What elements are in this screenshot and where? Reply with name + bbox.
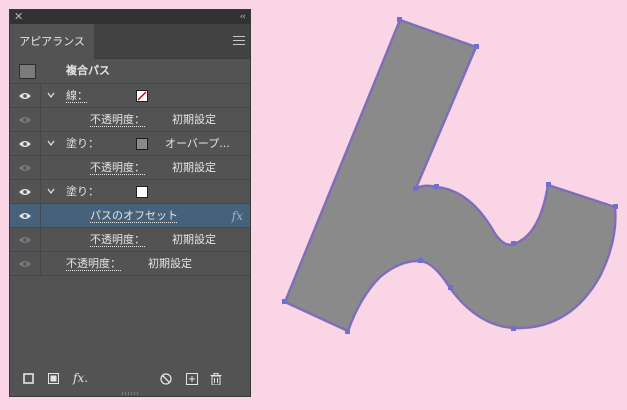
- stroke-opacity-row[interactable]: 不透明度： 初期設定: [10, 108, 250, 132]
- new-fill-icon[interactable]: [48, 373, 59, 384]
- anchor-point[interactable]: [448, 285, 453, 290]
- overprint-value: オーバープ...: [165, 137, 230, 150]
- fill-row-2[interactable]: 塗り：: [10, 180, 250, 204]
- anchor-point[interactable]: [546, 182, 551, 187]
- fill-opacity-row[interactable]: 不透明度： 初期設定: [10, 156, 250, 180]
- visibility-eye-icon[interactable]: [19, 92, 31, 100]
- panel-titlebar[interactable]: ✕ ‹‹: [10, 10, 250, 24]
- chevron-down-icon[interactable]: [47, 187, 55, 195]
- visibility-eye-icon[interactable]: [19, 164, 31, 172]
- tab-appearance[interactable]: アピアランス: [10, 24, 94, 59]
- anchor-point[interactable]: [613, 204, 618, 209]
- target-thumbnail: [19, 64, 36, 79]
- anchor-point[interactable]: [511, 326, 516, 331]
- fx-menu-icon[interactable]: fx.: [73, 371, 88, 385]
- opacity-value: 初期設定: [172, 161, 216, 174]
- trash-icon[interactable]: [210, 373, 222, 385]
- stroke-none-swatch[interactable]: [136, 90, 148, 102]
- anchor-point[interactable]: [511, 241, 516, 246]
- fx-icon[interactable]: fx: [232, 204, 243, 228]
- appearance-panel: ✕ ‹‹ アピアランス 複合パス 線： 不透明度： 初期設定 塗り： オーバープ…: [9, 9, 251, 397]
- new-stroke-icon[interactable]: [23, 373, 34, 384]
- visibility-eye-icon[interactable]: [19, 260, 31, 268]
- panel-bottom-toolbar: fx.: [10, 364, 250, 396]
- visibility-eye-icon[interactable]: [19, 188, 31, 196]
- opacity-label[interactable]: 不透明度：: [90, 156, 145, 180]
- visibility-eye-icon[interactable]: [19, 116, 31, 124]
- chevron-down-icon[interactable]: [47, 139, 55, 147]
- fill2-opacity-row[interactable]: 不透明度： 初期設定: [10, 228, 250, 252]
- anchor-point[interactable]: [413, 186, 418, 191]
- opacity-value: 初期設定: [172, 233, 216, 246]
- anchor-point[interactable]: [397, 17, 402, 22]
- fill-white-swatch[interactable]: [136, 186, 148, 198]
- object-opacity-row[interactable]: 不透明度： 初期設定: [10, 252, 250, 276]
- target-row[interactable]: 複合パス: [10, 59, 250, 84]
- offset-path-effect-row[interactable]: パスのオフセット fx: [10, 204, 250, 228]
- collapse-icon[interactable]: ‹‹: [240, 10, 246, 24]
- opacity-label[interactable]: 不透明度：: [66, 252, 121, 276]
- fill-label: 塗り：: [66, 185, 99, 198]
- visibility-eye-icon[interactable]: [19, 140, 31, 148]
- anchor-point[interactable]: [474, 44, 479, 49]
- anchor-point[interactable]: [418, 258, 423, 263]
- compound-path-shape[interactable]: [283, 18, 617, 333]
- close-icon[interactable]: ✕: [14, 10, 23, 24]
- opacity-label[interactable]: 不透明度：: [90, 228, 145, 252]
- panel-menu-icon[interactable]: [233, 36, 245, 46]
- anchor-point[interactable]: [345, 329, 350, 334]
- panel-tabbar: アピアランス: [10, 24, 250, 59]
- opacity-value: 初期設定: [172, 113, 216, 126]
- anchor-point[interactable]: [282, 299, 287, 304]
- duplicate-item-icon[interactable]: [186, 373, 198, 385]
- target-label: 複合パス: [66, 64, 110, 77]
- chevron-down-icon[interactable]: [47, 91, 55, 99]
- stroke-label[interactable]: 線：: [66, 84, 88, 108]
- offset-path-label[interactable]: パスのオフセット: [90, 204, 178, 228]
- fill-row-1[interactable]: 塗り： オーバープ...: [10, 132, 250, 156]
- opacity-value: 初期設定: [148, 257, 192, 270]
- resize-grip[interactable]: [122, 392, 140, 395]
- visibility-eye-icon[interactable]: [19, 236, 31, 244]
- visibility-eye-icon[interactable]: [19, 212, 31, 220]
- anchor-point[interactable]: [434, 184, 439, 189]
- fill-gray-swatch[interactable]: [136, 138, 148, 150]
- fill-label: 塗り：: [66, 137, 99, 150]
- clear-appearance-icon[interactable]: [160, 373, 172, 385]
- stroke-row[interactable]: 線：: [10, 84, 250, 108]
- opacity-label[interactable]: 不透明度：: [90, 108, 145, 132]
